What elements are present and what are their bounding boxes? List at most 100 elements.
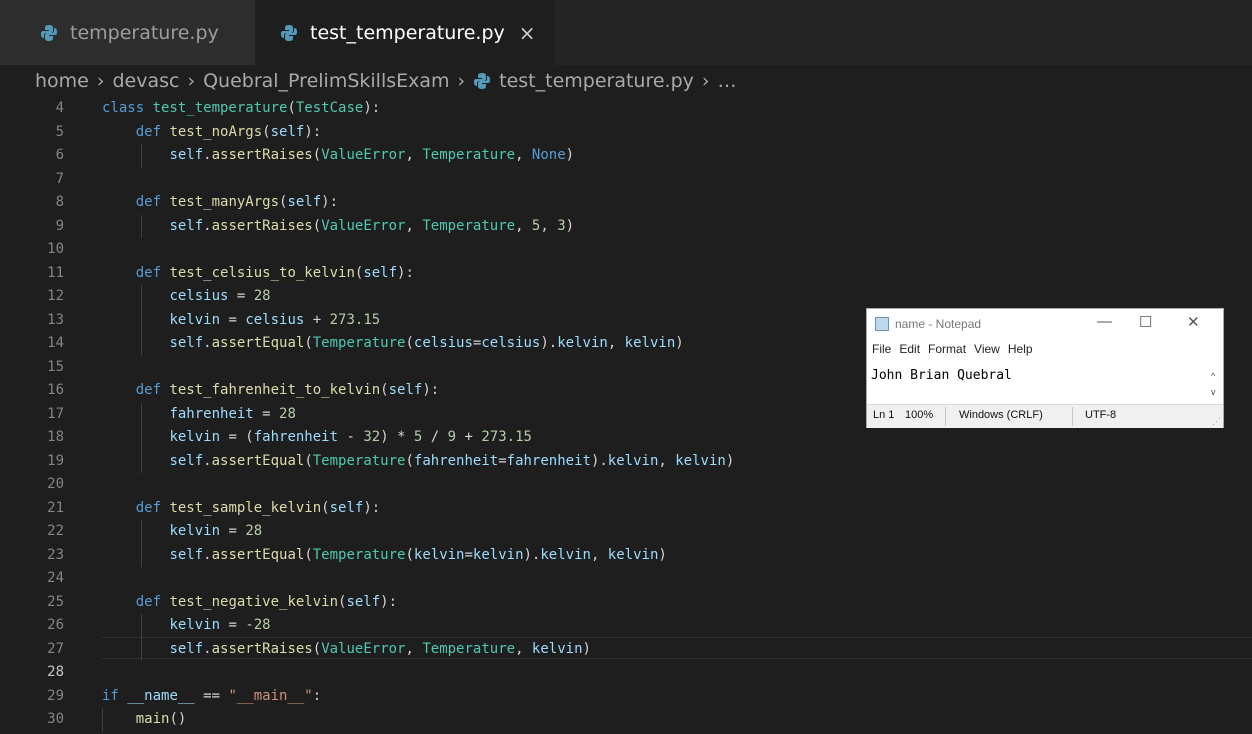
notepad-title-bar[interactable]: name - Notepad — ☐ ✕ <box>867 309 1223 340</box>
indent-guide <box>141 285 142 356</box>
maximize-icon[interactable]: ☐ <box>1139 313 1152 331</box>
code-token: : <box>312 687 322 704</box>
code-token: ): <box>380 593 398 610</box>
code-text: def test_fahrenheit_to_kelvin(self): <box>102 379 439 403</box>
code-token: ). <box>523 546 541 563</box>
code-line[interactable]: 4 class test_temperature(TestCase): <box>0 97 1252 121</box>
menu-file[interactable]: File <box>872 342 891 362</box>
python-icon <box>474 73 491 89</box>
code-line[interactable]: 21 def test_sample_kelvin(self): <box>0 497 1252 521</box>
code-line[interactable]: 7 <box>0 168 1252 192</box>
vertical-scrollbar[interactable]: ^ v <box>1207 365 1223 403</box>
notepad-menu-bar: File Edit Format View Help <box>867 342 1223 362</box>
code-token: def <box>135 123 170 140</box>
code-token: self <box>169 640 204 657</box>
close-icon[interactable]: ✕ <box>1187 313 1200 331</box>
code-line[interactable]: 23 self.assertEqual(Temperature(kelvin=k… <box>0 544 1252 568</box>
code-token: + <box>456 429 482 445</box>
code-text: self.assertRaises(ValueError, Temperatur… <box>102 144 574 168</box>
window-title: name - Notepad <box>895 317 982 331</box>
code-token: kelvin <box>169 523 221 539</box>
code-token: None <box>531 147 566 163</box>
code-line[interactable]: 6 self.assertRaises(ValueError, Temperat… <box>0 144 1252 168</box>
code-token: . <box>203 335 212 351</box>
scroll-up-icon[interactable]: ^ <box>1211 371 1215 381</box>
line-number: 20 <box>47 476 64 492</box>
code-token: self <box>388 382 423 398</box>
scroll-down-icon[interactable]: v <box>1211 387 1216 397</box>
code-line[interactable]: 26 kelvin = -28 <box>0 614 1252 638</box>
breadcrumb-item-home[interactable]: home <box>35 70 89 92</box>
code-line[interactable]: 12 celsius = 28 <box>0 285 1252 309</box>
breadcrumb-item-folder[interactable]: Quebral_PrelimSkillsExam <box>203 70 449 92</box>
breadcrumb-item-symbols[interactable]: … <box>718 70 737 92</box>
menu-help[interactable]: Help <box>1008 342 1033 362</box>
code-token: Temperature <box>422 640 516 657</box>
chevron-right-icon: › <box>457 70 466 92</box>
line-number: 23 <box>47 546 64 563</box>
code-token: 273.15 <box>329 311 381 328</box>
code-line[interactable]: 8 def test_manyArgs(self): <box>0 191 1252 215</box>
code-token: . <box>203 452 212 469</box>
code-token: . <box>203 147 212 163</box>
code-line[interactable]: 20 <box>0 473 1252 497</box>
code-line[interactable]: 28 <box>0 661 1252 685</box>
line-number: 11 <box>47 264 64 281</box>
code-line[interactable]: 18 kelvin = (fahrenheit - 32) * 5 / 9 + … <box>0 426 1252 450</box>
line-number: 5 <box>55 123 64 140</box>
resize-grip-icon[interactable]: ⋰ <box>1212 416 1221 427</box>
code-line[interactable]: 19 self.assertEqual(Temperature(fahrenhe… <box>0 450 1252 474</box>
code-token: fahrenheit <box>506 452 591 469</box>
status-zoom: 100% <box>905 409 934 421</box>
tab-temperature-py[interactable]: temperature.py <box>0 0 255 65</box>
code-token: ( <box>304 546 313 563</box>
code-token: fahrenheit <box>253 429 339 445</box>
code-token: , <box>590 546 608 563</box>
code-token: ) * <box>380 429 414 445</box>
code-token: ) <box>725 452 735 469</box>
line-number: 29 <box>47 687 64 704</box>
code-line[interactable]: 29 if __name__ == "__main__": <box>0 685 1252 709</box>
chevron-right-icon: › <box>187 70 196 92</box>
chevron-right-icon: › <box>701 70 710 92</box>
code-token: self <box>169 335 204 351</box>
menu-format[interactable]: Format <box>928 342 966 362</box>
code-token: celsius <box>481 335 541 351</box>
code-line[interactable]: 5 def test_noArgs(self): <box>0 121 1252 145</box>
menu-view[interactable]: View <box>974 342 1000 362</box>
code-token: 273.15 <box>481 429 532 445</box>
code-token: ( <box>380 382 389 398</box>
code-text: class test_temperature(TestCase): <box>102 97 380 121</box>
code-line[interactable]: 9 self.assertRaises(ValueError, Temperat… <box>0 215 1252 239</box>
minimize-icon[interactable]: — <box>1097 313 1112 330</box>
code-line[interactable]: 24 <box>0 567 1252 591</box>
code-line[interactable]: 27 self.assertRaises(ValueError, Tempera… <box>0 638 1252 662</box>
menu-edit[interactable]: Edit <box>899 342 920 362</box>
code-token: def <box>135 382 170 398</box>
code-text: fahrenheit = 28 <box>102 403 295 427</box>
code-token: = <box>228 288 254 304</box>
code-line[interactable]: 11 def test_celsius_to_kelvin(self): <box>0 262 1252 286</box>
close-icon[interactable]: × <box>519 21 536 45</box>
code-token: 32 <box>363 429 381 445</box>
code-line[interactable]: 10 <box>0 238 1252 262</box>
code-text: self.assertEqual(Temperature(fahrenheit=… <box>102 450 734 474</box>
code-token: def <box>135 264 170 281</box>
notepad-text-area[interactable]: John Brian Quebral <box>871 368 1012 383</box>
code-line[interactable]: 22 kelvin = 28 <box>0 520 1252 544</box>
code-token: celsius <box>245 311 305 328</box>
tab-test-temperature-py[interactable]: test_temperature.py × <box>255 0 555 65</box>
breadcrumb-item-file[interactable]: test_temperature.py <box>499 70 694 92</box>
code-token: ( <box>405 546 414 563</box>
code-token: class <box>102 100 153 116</box>
notepad-window[interactable]: name - Notepad — ☐ ✕ File Edit Format Vi… <box>866 308 1224 428</box>
code-line[interactable]: 25 def test_negative_kelvin(self): <box>0 591 1252 615</box>
code-token: assertEqual <box>211 335 305 351</box>
code-token: def <box>135 593 170 610</box>
code-token: 3 <box>557 217 566 234</box>
indent-guide <box>141 402 142 473</box>
code-token: + <box>304 311 330 328</box>
breadcrumb-item-devasc[interactable]: devasc <box>112 70 179 92</box>
code-line[interactable]: 30 main() <box>0 708 1252 732</box>
code-token: ( <box>321 499 330 516</box>
